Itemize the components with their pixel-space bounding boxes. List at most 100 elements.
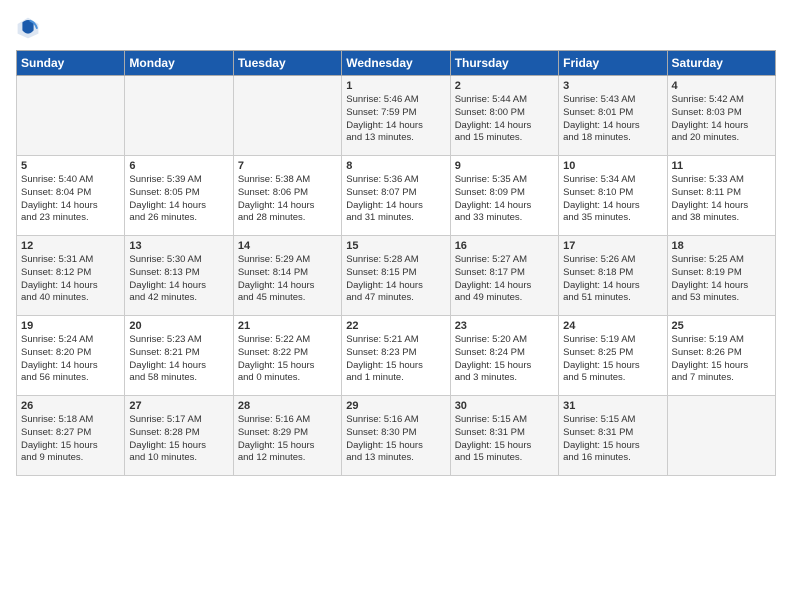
day-number: 28	[238, 400, 337, 412]
calendar-cell: 8 Sunrise: 5:36 AM Sunset: 8:07 PM Daylig…	[342, 156, 450, 236]
calendar-table: SundayMondayTuesdayWednesdayThursdayFrid…	[16, 50, 776, 476]
calendar-cell: 28 Sunrise: 5:16 AM Sunset: 8:29 PM Dayli…	[233, 396, 341, 476]
weekday-header-saturday: Saturday	[667, 51, 775, 76]
day-info: Sunrise: 5:16 AM Sunset: 8:29 PM Dayligh…	[238, 414, 337, 465]
calendar-header: SundayMondayTuesdayWednesdayThursdayFrid…	[17, 51, 776, 76]
calendar-cell: 15 Sunrise: 5:28 AM Sunset: 8:15 PM Dayli…	[342, 236, 450, 316]
calendar-cell: 14 Sunrise: 5:29 AM Sunset: 8:14 PM Dayli…	[233, 236, 341, 316]
calendar-cell	[233, 76, 341, 156]
calendar-week-4: 19 Sunrise: 5:24 AM Sunset: 8:20 PM Dayli…	[17, 316, 776, 396]
calendar-week-5: 26 Sunrise: 5:18 AM Sunset: 8:27 PM Dayli…	[17, 396, 776, 476]
calendar-cell: 27Sunrise: 5:17 AM Sunset: 8:28 PM Dayli…	[125, 396, 233, 476]
weekday-header-friday: Friday	[559, 51, 667, 76]
day-info: Sunrise: 5:46 AM Sunset: 7:59 PM Dayligh…	[346, 94, 445, 145]
day-number: 24	[563, 320, 662, 332]
day-number: 25	[672, 320, 771, 332]
day-number: 19	[21, 320, 120, 332]
calendar-cell: 18 Sunrise: 5:25 AM Sunset: 8:19 PM Dayli…	[667, 236, 775, 316]
calendar-cell: 23 Sunrise: 5:20 AM Sunset: 8:24 PM Dayli…	[450, 316, 558, 396]
day-number: 8	[346, 160, 445, 172]
day-info: Sunrise: 5:22 AM Sunset: 8:22 PM Dayligh…	[238, 334, 337, 385]
day-info: Sunrise: 5:40 AM Sunset: 8:04 PM Dayligh…	[21, 174, 120, 225]
calendar-cell: 5 Sunrise: 5:40 AM Sunset: 8:04 PM Daylig…	[17, 156, 125, 236]
logo	[16, 16, 44, 40]
day-number: 26	[21, 400, 120, 412]
day-info: Sunrise: 5:16 AM Sunset: 8:30 PM Dayligh…	[346, 414, 445, 465]
calendar-cell: 29 Sunrise: 5:16 AM Sunset: 8:30 PM Dayli…	[342, 396, 450, 476]
day-number: 6	[129, 160, 228, 172]
day-info: Sunrise: 5:21 AM Sunset: 8:23 PM Dayligh…	[346, 334, 445, 385]
calendar-cell: 6 Sunrise: 5:39 AM Sunset: 8:05 PM Daylig…	[125, 156, 233, 236]
calendar-cell: 10 Sunrise: 5:34 AM Sunset: 8:10 PM Dayli…	[559, 156, 667, 236]
day-number: 9	[455, 160, 554, 172]
day-info: Sunrise: 5:15 AM Sunset: 8:31 PM Dayligh…	[455, 414, 554, 465]
day-info: Sunrise: 5:27 AM Sunset: 8:17 PM Dayligh…	[455, 254, 554, 305]
logo-icon	[16, 16, 40, 40]
calendar-cell: 7Sunrise: 5:38 AM Sunset: 8:06 PM Daylig…	[233, 156, 341, 236]
weekday-header-tuesday: Tuesday	[233, 51, 341, 76]
day-number: 7	[238, 160, 337, 172]
day-info: Sunrise: 5:19 AM Sunset: 8:25 PM Dayligh…	[563, 334, 662, 385]
page-header	[16, 16, 776, 40]
day-info: Sunrise: 5:43 AM Sunset: 8:01 PM Dayligh…	[563, 94, 662, 145]
day-number: 11	[672, 160, 771, 172]
calendar-cell: 24 Sunrise: 5:19 AM Sunset: 8:25 PM Dayli…	[559, 316, 667, 396]
day-number: 13	[129, 240, 228, 252]
day-number: 20	[129, 320, 228, 332]
day-info: Sunrise: 5:36 AM Sunset: 8:07 PM Dayligh…	[346, 174, 445, 225]
calendar-cell: 26 Sunrise: 5:18 AM Sunset: 8:27 PM Dayli…	[17, 396, 125, 476]
day-info: Sunrise: 5:33 AM Sunset: 8:11 PM Dayligh…	[672, 174, 771, 225]
day-number: 1	[346, 80, 445, 92]
day-number: 31	[563, 400, 662, 412]
calendar-cell: 30Sunrise: 5:15 AM Sunset: 8:31 PM Dayli…	[450, 396, 558, 476]
day-number: 2	[455, 80, 554, 92]
calendar-cell: 19 Sunrise: 5:24 AM Sunset: 8:20 PM Dayli…	[17, 316, 125, 396]
day-info: Sunrise: 5:20 AM Sunset: 8:24 PM Dayligh…	[455, 334, 554, 385]
day-info: Sunrise: 5:34 AM Sunset: 8:10 PM Dayligh…	[563, 174, 662, 225]
day-info: Sunrise: 5:19 AM Sunset: 8:26 PM Dayligh…	[672, 334, 771, 385]
day-info: Sunrise: 5:28 AM Sunset: 8:15 PM Dayligh…	[346, 254, 445, 305]
calendar-body: 1 Sunrise: 5:46 AM Sunset: 7:59 PM Daylig…	[17, 76, 776, 476]
day-info: Sunrise: 5:24 AM Sunset: 8:20 PM Dayligh…	[21, 334, 120, 385]
day-number: 18	[672, 240, 771, 252]
day-info: Sunrise: 5:44 AM Sunset: 8:00 PM Dayligh…	[455, 94, 554, 145]
calendar-cell: 17 Sunrise: 5:26 AM Sunset: 8:18 PM Dayli…	[559, 236, 667, 316]
calendar-cell	[17, 76, 125, 156]
day-number: 17	[563, 240, 662, 252]
calendar-cell: 12 Sunrise: 5:31 AM Sunset: 8:12 PM Dayli…	[17, 236, 125, 316]
calendar-cell: 13 Sunrise: 5:30 AM Sunset: 8:13 PM Dayli…	[125, 236, 233, 316]
calendar-cell: 31 Sunrise: 5:15 AM Sunset: 8:31 PM Dayli…	[559, 396, 667, 476]
day-number: 5	[21, 160, 120, 172]
calendar-cell: 21Sunrise: 5:22 AM Sunset: 8:22 PM Dayli…	[233, 316, 341, 396]
day-info: Sunrise: 5:25 AM Sunset: 8:19 PM Dayligh…	[672, 254, 771, 305]
day-info: Sunrise: 5:29 AM Sunset: 8:14 PM Dayligh…	[238, 254, 337, 305]
calendar-week-1: 1 Sunrise: 5:46 AM Sunset: 7:59 PM Daylig…	[17, 76, 776, 156]
day-info: Sunrise: 5:23 AM Sunset: 8:21 PM Dayligh…	[129, 334, 228, 385]
day-info: Sunrise: 5:15 AM Sunset: 8:31 PM Dayligh…	[563, 414, 662, 465]
calendar-cell: 9 Sunrise: 5:35 AM Sunset: 8:09 PM Daylig…	[450, 156, 558, 236]
calendar-cell: 16 Sunrise: 5:27 AM Sunset: 8:17 PM Dayli…	[450, 236, 558, 316]
day-number: 4	[672, 80, 771, 92]
day-info: Sunrise: 5:30 AM Sunset: 8:13 PM Dayligh…	[129, 254, 228, 305]
calendar-cell	[667, 396, 775, 476]
day-info: Sunrise: 5:31 AM Sunset: 8:12 PM Dayligh…	[21, 254, 120, 305]
day-number: 15	[346, 240, 445, 252]
day-info: Sunrise: 5:35 AM Sunset: 8:09 PM Dayligh…	[455, 174, 554, 225]
day-number: 27	[129, 400, 228, 412]
day-number: 22	[346, 320, 445, 332]
day-info: Sunrise: 5:18 AM Sunset: 8:27 PM Dayligh…	[21, 414, 120, 465]
weekday-header-sunday: Sunday	[17, 51, 125, 76]
day-info: Sunrise: 5:39 AM Sunset: 8:05 PM Dayligh…	[129, 174, 228, 225]
day-number: 14	[238, 240, 337, 252]
calendar-cell: 3Sunrise: 5:43 AM Sunset: 8:01 PM Daylig…	[559, 76, 667, 156]
day-info: Sunrise: 5:26 AM Sunset: 8:18 PM Dayligh…	[563, 254, 662, 305]
day-number: 12	[21, 240, 120, 252]
day-number: 10	[563, 160, 662, 172]
calendar-cell: 25 Sunrise: 5:19 AM Sunset: 8:26 PM Dayli…	[667, 316, 775, 396]
calendar-cell: 2 Sunrise: 5:44 AM Sunset: 8:00 PM Daylig…	[450, 76, 558, 156]
day-number: 29	[346, 400, 445, 412]
weekday-header-thursday: Thursday	[450, 51, 558, 76]
calendar-cell	[125, 76, 233, 156]
day-number: 23	[455, 320, 554, 332]
day-number: 16	[455, 240, 554, 252]
